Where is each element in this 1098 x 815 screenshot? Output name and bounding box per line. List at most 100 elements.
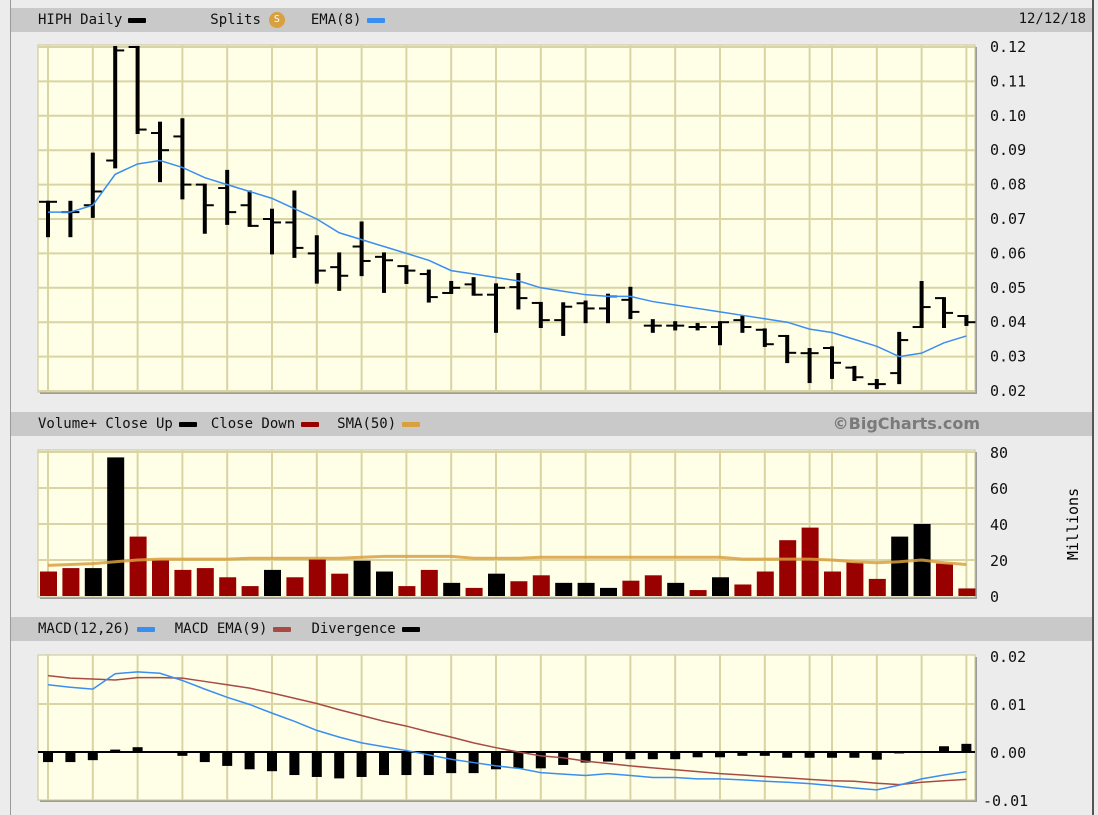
volume-bar xyxy=(129,536,147,596)
divergence-bar xyxy=(759,752,770,756)
volume-bar xyxy=(353,560,371,596)
divergence-bar xyxy=(871,752,882,760)
volume-unit-label: Millions xyxy=(1064,488,1082,560)
price-y-axis: 0.12 0.11 0.10 0.09 0.08 0.07 0.06 0.05 0.04 0.03… xyxy=(990,38,1026,400)
divergence-bar xyxy=(625,752,636,760)
volume-bar xyxy=(622,580,640,596)
divergence-bar xyxy=(737,752,748,756)
volume-bar xyxy=(824,571,841,596)
divergence-bar xyxy=(222,752,233,766)
volume-bar xyxy=(600,587,617,596)
volume-bar xyxy=(644,575,662,596)
volume-bar xyxy=(40,571,57,596)
volume-tick-label: 60 xyxy=(990,480,1008,498)
volume-bar xyxy=(152,560,169,596)
divergence-bar xyxy=(311,752,322,777)
volume-bar xyxy=(420,569,438,596)
divergence-bar xyxy=(379,752,389,776)
volume-bar xyxy=(734,584,752,596)
volume-tick-label: 20 xyxy=(990,552,1008,570)
divergence-bar xyxy=(961,743,972,752)
divergence-bar xyxy=(132,747,143,752)
volume-bar xyxy=(62,568,80,596)
price-tick-label: 0.07 xyxy=(990,210,1026,228)
volume-bar xyxy=(241,586,259,596)
volume-tick-label: 40 xyxy=(990,516,1008,534)
volume-bar xyxy=(107,457,125,596)
macd-tick-label: 0.02 xyxy=(990,648,1026,666)
divergence-bar xyxy=(782,752,793,758)
divergence-bar xyxy=(894,752,905,754)
volume-bar xyxy=(936,563,953,596)
divergence-bar xyxy=(244,752,255,770)
volume-bar xyxy=(308,559,326,596)
volume-bar xyxy=(779,540,797,596)
volume-bar xyxy=(264,569,281,596)
divergence-bar xyxy=(401,752,412,776)
volume-y-axis: 80 60 40 20 0 xyxy=(990,444,1008,606)
volume-bar xyxy=(958,588,976,596)
price-tick-label: 0.03 xyxy=(990,348,1026,366)
price-tick-label: 0.02 xyxy=(990,382,1026,400)
volume-bar xyxy=(689,590,707,596)
divergence-bar xyxy=(513,752,524,769)
volume-bar xyxy=(868,578,886,596)
volume-tick-label: 80 xyxy=(990,444,1008,462)
divergence-bar xyxy=(199,752,210,763)
divergence-bar xyxy=(356,752,367,777)
volume-bar xyxy=(196,568,214,596)
price-tick-label: 0.06 xyxy=(990,244,1026,262)
divergence-bar xyxy=(65,752,76,763)
divergence-bar xyxy=(939,746,949,752)
macd-y-axis: 0.02 0.01 0.00 -0.01 xyxy=(983,648,1028,810)
macd-tick-label: 0.01 xyxy=(990,696,1026,714)
price-tick-label: 0.08 xyxy=(990,176,1026,194)
volume-bar xyxy=(667,582,685,596)
chart-canvas: 0.12 0.11 0.10 0.09 0.08 0.07 0.06 0.05 0.04 0.03… xyxy=(37,38,1082,810)
price-tick-label: 0.11 xyxy=(990,72,1026,90)
volume-bar xyxy=(555,582,573,596)
price-chart: 0.12 0.11 0.10 0.09 0.08 0.07 0.06 0.05 0.04 0.03… xyxy=(37,38,1026,400)
divergence-bar xyxy=(155,752,165,753)
price-tick-label: 0.05 xyxy=(990,279,1026,297)
volume-bar xyxy=(331,573,349,596)
volume-chart: 80 60 40 20 0 xyxy=(37,444,1008,606)
divergence-bar xyxy=(289,752,300,776)
divergence-bar xyxy=(849,752,860,758)
volume-tick-label: 0 xyxy=(990,588,999,606)
divergence-bar xyxy=(43,752,53,763)
volume-bar xyxy=(398,586,416,596)
macd-tick-label: 0.00 xyxy=(990,744,1026,762)
price-tick-label: 0.09 xyxy=(990,141,1026,159)
divergence-bar xyxy=(446,752,457,774)
macd-plot-area xyxy=(37,654,976,801)
volume-bar xyxy=(488,573,505,596)
divergence-bar xyxy=(535,752,546,769)
volume-bar xyxy=(577,582,595,596)
volume-bar xyxy=(465,587,483,596)
volume-bar xyxy=(891,536,909,596)
volume-bar xyxy=(443,582,461,596)
volume-bar xyxy=(510,581,528,596)
divergence-bar xyxy=(647,752,658,760)
divergence-bar xyxy=(692,752,703,758)
price-tick-label: 0.12 xyxy=(990,38,1026,56)
divergence-bar xyxy=(87,752,98,761)
divergence-bar xyxy=(827,752,837,758)
volume-bar xyxy=(219,577,237,596)
divergence-bar xyxy=(110,749,121,752)
divergence-bar xyxy=(670,752,681,760)
divergence-bar xyxy=(916,751,927,753)
macd-chart: 0.02 0.01 0.00 -0.01 xyxy=(37,648,1028,810)
volume-bar xyxy=(801,527,819,596)
volume-bar xyxy=(376,571,393,596)
volume-bar xyxy=(286,577,304,596)
macd-tick-label: -0.01 xyxy=(983,792,1028,810)
divergence-bar xyxy=(715,752,725,758)
volume-bar xyxy=(532,575,550,596)
price-tick-label: 0.10 xyxy=(990,107,1026,125)
volume-bar xyxy=(712,577,729,596)
price-tick-label: 0.04 xyxy=(990,313,1026,331)
volume-bar xyxy=(174,569,192,596)
divergence-bar xyxy=(267,752,277,772)
